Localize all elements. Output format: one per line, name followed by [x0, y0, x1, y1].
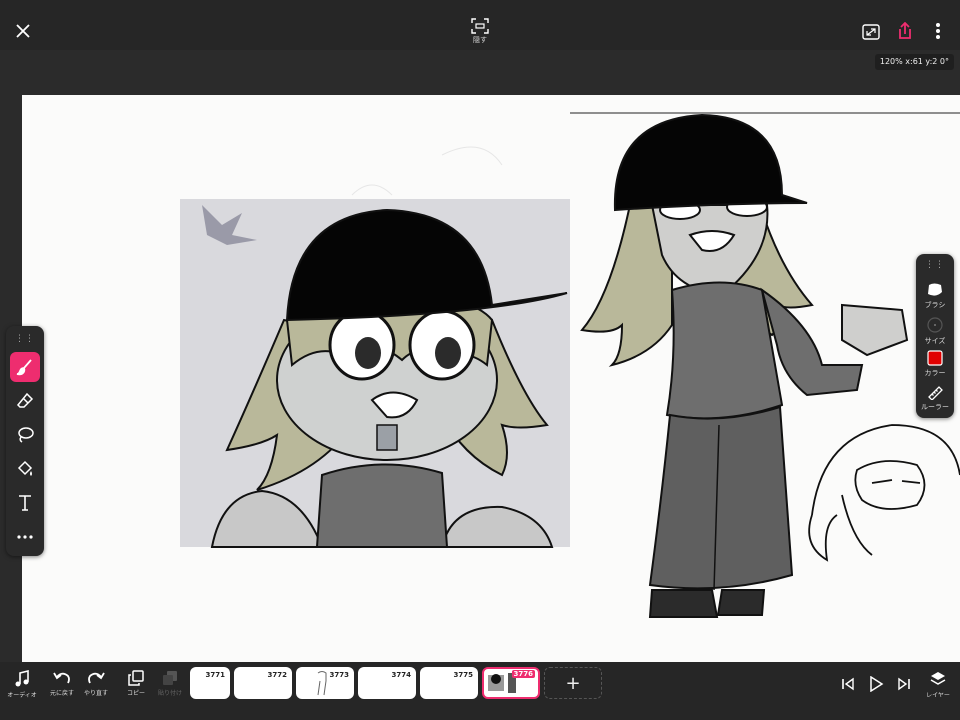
copy-button[interactable]: コピー: [118, 670, 154, 714]
redo-label: やり直す: [83, 690, 108, 697]
hide-icon: [471, 17, 489, 34]
frame-thumbnail[interactable]: 3773: [296, 667, 354, 699]
close-icon: [16, 24, 30, 38]
more-tools-button[interactable]: [10, 522, 40, 552]
frame-thumbnail[interactable]: 3775: [420, 667, 478, 699]
eraser-icon: [16, 392, 34, 408]
play-button[interactable]: [864, 672, 888, 696]
frame-thumbnail[interactable]: 3772: [234, 667, 292, 699]
share-icon: [899, 22, 911, 39]
frame-number: 3774: [391, 671, 411, 679]
character-drawing: [570, 112, 960, 618]
frame-number: 3775: [453, 671, 473, 679]
undo-icon: [53, 672, 70, 684]
brush-settings-palette: ⋮⋮ ブラシ サイズ カラー ルーラー: [916, 254, 954, 418]
brush-tool-button[interactable]: [10, 352, 40, 382]
skip-back-icon: [842, 677, 854, 691]
add-frame-button[interactable]: +: [544, 667, 602, 699]
fill-tool-button[interactable]: [10, 454, 40, 484]
redo-icon: [88, 672, 105, 684]
drag-handle[interactable]: ⋮⋮: [6, 334, 44, 344]
frame-strip: 3771 3772 3773 3774 3775 3776 +: [190, 667, 602, 701]
paint-bucket-icon: [17, 460, 33, 476]
frame-number: 3773: [329, 671, 349, 679]
brush-icon: [16, 359, 32, 376]
more-vertical-icon: [936, 23, 940, 39]
eraser-tool-button[interactable]: [10, 386, 40, 416]
color-swatch-icon: [927, 350, 943, 366]
size-button[interactable]: サイズ: [916, 316, 954, 346]
paste-icon: [163, 671, 177, 685]
resize-icon: [862, 24, 880, 40]
brush-select-button[interactable]: ブラシ: [916, 282, 954, 310]
music-note-icon: [15, 670, 29, 687]
redo-button[interactable]: やり直す: [78, 670, 114, 714]
audio-label: オーディオ: [7, 692, 37, 699]
text-icon: [19, 495, 31, 511]
color-label: カラー: [924, 369, 946, 377]
zoom-readout: 120% x:61 y:2 0°: [874, 54, 954, 70]
frame-thumbnail-current[interactable]: 3776: [482, 667, 540, 699]
paste-button[interactable]: 貼り付け: [152, 670, 188, 714]
reference-image: [180, 199, 570, 548]
skip-forward-icon: [898, 677, 910, 691]
sketch-head: [808, 424, 960, 562]
close-button[interactable]: [10, 18, 36, 44]
more-options-button[interactable]: [926, 18, 950, 44]
frame-thumbnail[interactable]: 3774: [358, 667, 416, 699]
brush-label: ブラシ: [924, 301, 946, 309]
more-horizontal-icon: [17, 535, 33, 539]
lasso-icon: [18, 427, 34, 443]
size-label: サイズ: [924, 337, 946, 345]
frame-number: 3771: [205, 671, 225, 679]
hide-ui-button[interactable]: 隠す: [465, 16, 495, 46]
layer-label: レイヤー: [926, 692, 950, 699]
last-frame-button[interactable]: [892, 672, 916, 696]
hide-label: 隠す: [473, 35, 487, 44]
lasso-tool-button[interactable]: [10, 420, 40, 450]
ruler-icon: [928, 386, 943, 400]
drag-handle[interactable]: ⋮⋮: [916, 260, 954, 270]
copy-icon: [128, 670, 144, 686]
layers-icon: [930, 672, 946, 685]
copy-label: コピー: [126, 690, 145, 697]
artwork: [180, 112, 960, 618]
frame-number: 3776: [511, 670, 535, 678]
tool-palette: ⋮⋮: [6, 326, 44, 556]
first-frame-button[interactable]: [836, 672, 860, 696]
undo-label: 元に戻す: [49, 690, 74, 697]
size-circle-icon: [927, 317, 943, 333]
brush-shape-icon: [928, 283, 942, 296]
color-button[interactable]: カラー: [916, 350, 954, 378]
drawing-canvas[interactable]: [22, 95, 960, 662]
frame-thumbnail[interactable]: 3771: [190, 667, 230, 699]
play-icon: [870, 676, 884, 692]
ruler-label: ルーラー: [921, 403, 949, 411]
layer-button[interactable]: レイヤー: [920, 670, 956, 714]
ruler-button[interactable]: ルーラー: [916, 384, 954, 412]
paste-label: 貼り付け: [157, 690, 182, 697]
text-tool-button[interactable]: [10, 488, 40, 518]
top-bar: 隠す: [0, 0, 960, 50]
fit-screen-button[interactable]: [858, 20, 884, 44]
undo-button[interactable]: 元に戻す: [44, 670, 80, 714]
frame-number: 3772: [267, 671, 287, 679]
share-button[interactable]: [892, 18, 918, 44]
audio-button[interactable]: オーディオ: [4, 670, 40, 714]
